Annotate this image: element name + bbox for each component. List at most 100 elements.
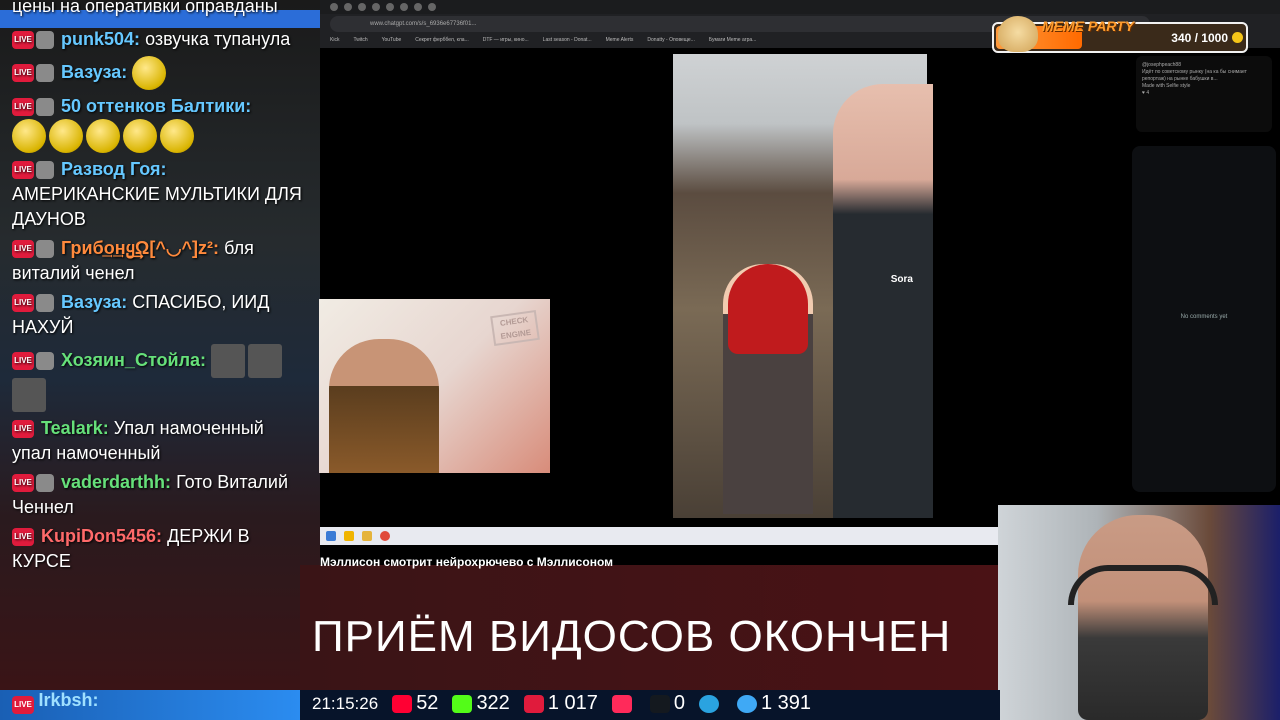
emote-icon xyxy=(211,344,246,378)
check-engine-sign: CHECK ENGINE xyxy=(490,309,540,347)
bookmark-item[interactable]: Last season - Donat... xyxy=(543,34,592,46)
vk-live-stat: 1 017 xyxy=(523,692,598,715)
viewers-icon xyxy=(737,694,757,713)
chrome-icon[interactable] xyxy=(380,531,390,541)
sora-watermark: Sora xyxy=(890,274,913,285)
chat-text: озвучка тупанула xyxy=(145,29,291,49)
meme-party-bar: MEME PARTY 340 / 1000 xyxy=(992,16,1248,53)
bookmark-item[interactable]: Kick xyxy=(330,34,339,46)
tab-icon[interactable] xyxy=(330,3,338,11)
kick-icon xyxy=(452,694,473,713)
live-icon: LIVE xyxy=(12,352,34,370)
bookmark-item[interactable]: Секрет ферббел, кла... xyxy=(415,34,468,46)
chat-message: LIVE punk504: озвучка тупанула xyxy=(0,25,320,54)
heart-icon[interactable]: ♥ xyxy=(1142,90,1145,96)
clock: 21:15:26 xyxy=(312,693,379,713)
chat-nick[interactable]: Вазуза: xyxy=(61,292,127,312)
rutube-icon xyxy=(649,694,670,713)
doge-icon xyxy=(998,16,1038,52)
emote-icon xyxy=(12,119,46,153)
live-icon: LIVE xyxy=(12,31,34,50)
live-icon: LIVE xyxy=(12,294,34,313)
comment-made-with: Made with Selfie style xyxy=(1142,83,1191,89)
comment-likes: ♥ 4 xyxy=(1142,90,1150,96)
badge-icon xyxy=(36,294,54,313)
chat-text: АМЕРИКАНСКИЕ МУЛЬТИКИ ДЛЯ ДАУНОВ xyxy=(12,184,302,229)
bookmark-item[interactable]: DTF — игры, кино... xyxy=(483,34,529,46)
chat-nick[interactable]: Гриб͢о͢͢нყ͢Ω[^◡^]z²: xyxy=(61,238,219,258)
live-icon: LIVE xyxy=(12,420,34,439)
folder-icon[interactable] xyxy=(362,531,372,541)
tab-icon[interactable] xyxy=(400,3,408,11)
play-icon xyxy=(611,694,632,713)
chat-nick[interactable]: vaderdarthh: xyxy=(61,472,171,492)
badge-icon xyxy=(36,64,54,82)
chat-nick[interactable]: Вазуза: xyxy=(61,62,127,82)
live-icon: LIVE xyxy=(12,474,34,493)
badge-icon xyxy=(36,474,54,493)
live-icon xyxy=(523,694,544,713)
sora-video[interactable]: Sora xyxy=(673,54,933,518)
live-icon: LIVE xyxy=(12,528,34,547)
live-icon: LIVE xyxy=(12,64,34,82)
chat-nick[interactable]: Развод Гоя: xyxy=(61,159,167,179)
chat-nick[interactable]: Irkbsh: xyxy=(38,690,98,710)
tab-strip[interactable] xyxy=(320,0,1280,14)
taskbar xyxy=(320,527,1000,545)
badge-icon xyxy=(36,98,54,117)
comment-user[interactable]: @josephpeach88 xyxy=(1142,62,1266,69)
chat-highlight-bar: LIVE Irkbsh: xyxy=(0,690,300,720)
comment-card: @josephpeach88 Идёт по советскому рынку … xyxy=(1136,56,1272,132)
rutube-stat: 0 xyxy=(649,692,685,715)
tab-icon[interactable] xyxy=(344,3,352,11)
badge-icon xyxy=(36,352,54,370)
streamer-webcam xyxy=(998,505,1280,720)
emote-icon xyxy=(160,119,194,153)
chat-nick[interactable]: punk504: xyxy=(61,29,140,49)
tab-icon[interactable] xyxy=(428,3,436,11)
stream-caption: Мэллисон смотрит нейрохрючево с Мэллисон… xyxy=(320,555,613,569)
meme-title: MEME PARTY xyxy=(1042,18,1135,34)
tab-icon[interactable] xyxy=(386,3,394,11)
emote-icon xyxy=(132,56,167,90)
chat-nick[interactable]: Tealark: xyxy=(41,418,109,438)
emote-icon xyxy=(12,378,46,412)
chat-nick[interactable]: KupiDon5456: xyxy=(41,526,162,546)
kick-stat: 322 xyxy=(452,692,510,715)
bookmark-item[interactable]: Donatty - Оповеще... xyxy=(647,34,694,46)
chat-message: LIVE KupiDon5456: ДЕРЖИ В КУРСЕ xyxy=(0,522,320,576)
live-icon: LIVE xyxy=(12,240,34,259)
man-figure xyxy=(833,84,933,518)
stats-row: 21:15:26 52 322 1 017 0 1 391 xyxy=(312,692,811,715)
app-icon[interactable] xyxy=(344,531,354,541)
emote-icon xyxy=(49,119,83,153)
chat-message: цены на оперативки оправданы xyxy=(12,0,278,16)
chat-nick[interactable]: 50 оттенков Балтики: xyxy=(61,96,251,116)
bookmark-item[interactable]: YouTube xyxy=(382,34,402,46)
live-icon: LIVE xyxy=(12,98,34,117)
meme-count: 340 / 1000 xyxy=(1171,31,1228,45)
tab-icon[interactable] xyxy=(358,3,366,11)
bookmark-item[interactable]: Бумаги Meme агра... xyxy=(709,34,756,46)
guest-person xyxy=(329,339,439,473)
comment-text: Идёт по советскому рынку (на ка бы снима… xyxy=(1142,69,1247,82)
status-bar: LIVE Irkbsh: 21:15:26 52 322 1 017 0 1 3… xyxy=(0,690,1000,720)
tab-icon[interactable] xyxy=(414,3,422,11)
bookmark-item[interactable]: Meme Alerts xyxy=(606,34,634,46)
youtube-icon xyxy=(392,694,413,713)
bookmark-item[interactable]: Twitch xyxy=(353,34,367,46)
chat-nick[interactable]: Хозяин_Стойла: xyxy=(61,350,206,370)
tab-icon[interactable] xyxy=(372,3,380,11)
chat-message: LIVE Развод Гоя: АМЕРИКАНСКИЕ МУЛЬТИКИ Д… xyxy=(0,155,320,234)
chat-message: LIVE Tealark: Упал намоченный упал намоч… xyxy=(0,414,320,468)
guest-facecam: CHECK ENGINE xyxy=(319,299,550,473)
chat-message: LIVE Хозяин_Стойла: xyxy=(0,342,320,414)
windows-icon[interactable] xyxy=(326,531,336,541)
banner-text: ПРИЁМ ВИДОСОВ ОКОНЧЕН xyxy=(312,612,952,661)
headphones xyxy=(1068,565,1218,605)
chat-message: LIVE Вазуза: xyxy=(0,54,320,92)
red-scarf xyxy=(728,264,808,354)
badge-icon xyxy=(36,31,54,50)
live-icon: LIVE xyxy=(12,696,34,714)
chat-message: LIVE 50 оттенков Балтики: xyxy=(0,92,320,155)
